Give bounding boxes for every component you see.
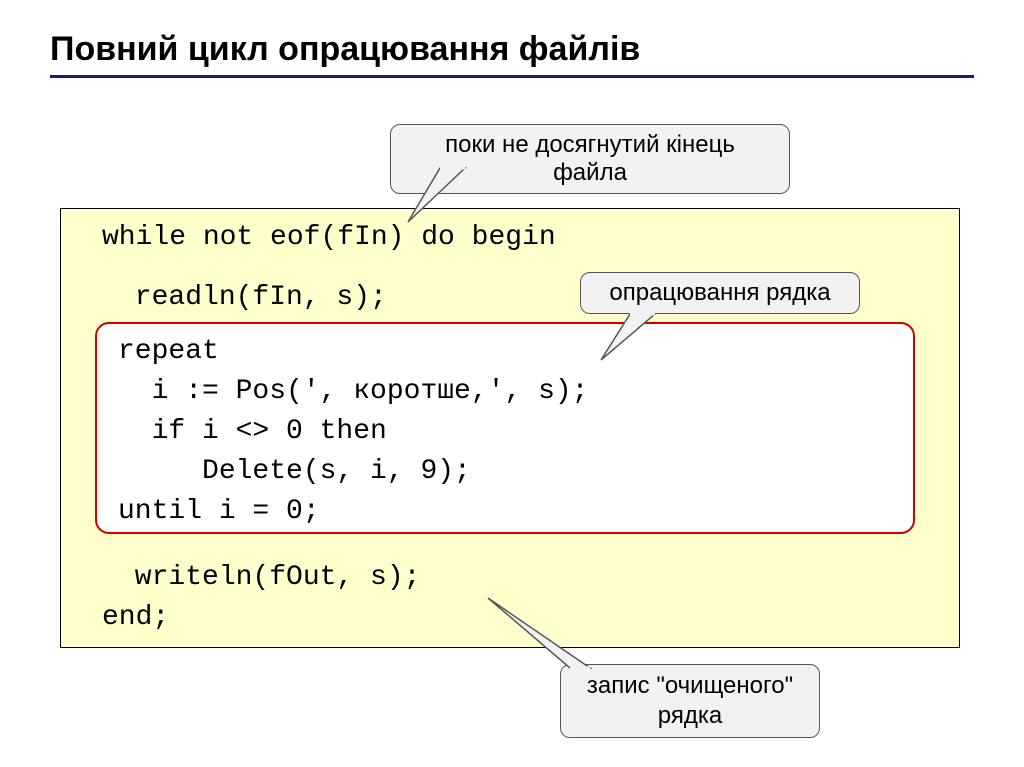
title-underline	[50, 75, 974, 78]
slide: Повний цикл опрацювання файлів while not…	[0, 0, 1024, 767]
code-line-9: end;	[102, 598, 169, 638]
code-line-3: repeat	[118, 332, 219, 372]
callout-write-line2: рядка	[577, 701, 803, 731]
callout-process-tail	[595, 308, 675, 368]
code-line-8: writeln(fOut, s);	[118, 558, 420, 598]
code-line-7: until i = 0;	[118, 492, 320, 532]
callout-write-line1: запис "очищеного"	[587, 672, 793, 699]
slide-title: Повний цикл опрацювання файлів	[50, 30, 974, 69]
code-line-1: while not eof(fIn) do begin	[102, 218, 556, 258]
callout-process-text: опрацювання рядка	[609, 279, 830, 306]
code-line-2: readln(fIn, s);	[118, 278, 387, 318]
callout-write-tail	[480, 590, 600, 680]
callout-eof-text: поки не досягнутий кінець файла	[445, 131, 735, 186]
code-line-6: Delete(s, i, 9);	[118, 452, 471, 492]
code-line-4: i := Pos(', коротше,', s);	[118, 372, 588, 412]
code-line-5: if i <> 0 then	[118, 412, 387, 452]
callout-eof-tail	[400, 160, 480, 230]
